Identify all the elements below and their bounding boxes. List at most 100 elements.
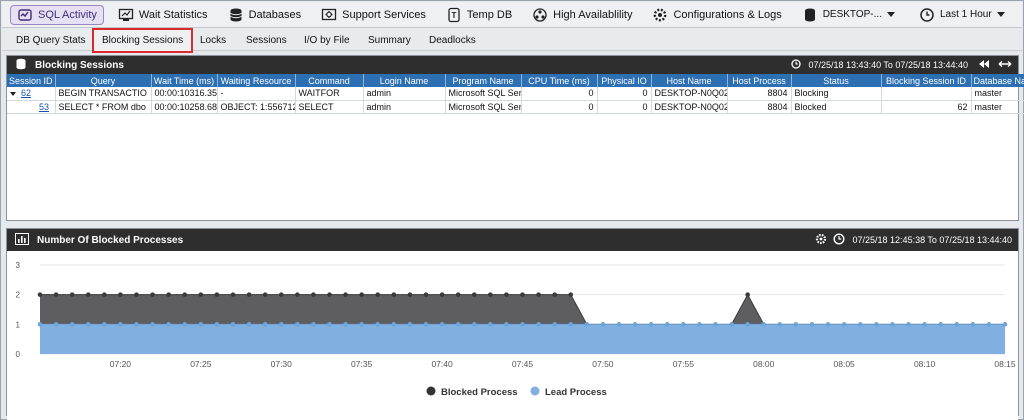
data-point-lead-process [278,322,284,327]
host-process-cell: 8804 [727,100,792,114]
tab-io-by-file[interactable]: I/O by File [304,32,350,49]
column-header[interactable]: Waiting Resource [217,74,296,87]
tab-locks[interactable]: Locks [200,32,226,49]
y-tick-label: 2 [16,291,21,300]
data-point-lead-process [970,322,976,327]
data-point-lead-process [311,322,316,327]
nav-temp-db[interactable]: T Temp DB [440,5,518,25]
query-cell: BEGIN TRANSACTIO [55,87,152,101]
data-point-blocked-process [359,292,364,297]
tab-summary[interactable]: Summary [368,32,411,49]
data-point-lead-process [841,322,847,327]
column-header[interactable]: CPU Time (ms) [521,74,598,87]
clock-icon [790,59,801,71]
nav-configurations-logs[interactable]: Configurations & Logs [646,5,787,25]
data-point-lead-process [600,322,606,327]
tab-db-query-stats[interactable]: DB Query Stats [16,32,85,49]
nav-high-availability[interactable]: High Availablility [526,5,638,25]
panel-header: Number Of Blocked Processes 07/25/18 12:… [7,229,1018,251]
data-point-lead-process [729,322,734,327]
session-id-link[interactable]: 53 [39,102,49,112]
host-cell: DESKTOP-N0Q02Q [651,100,728,114]
nav-sql-activity[interactable]: SQL Activity [10,4,104,25]
blocking-id-cell: 62 [881,100,972,114]
expand-horizontal-icon[interactable] [998,59,1012,71]
data-point-lead-process [536,322,541,327]
data-point-blocked-process [536,292,541,297]
data-point-lead-process [118,322,123,327]
settings-gear-icon[interactable] [815,233,827,247]
nav-label: Temp DB [466,8,513,21]
data-point-blocked-process [69,292,75,297]
y-tick-label: 1 [16,320,21,329]
column-header[interactable]: Status [791,74,882,87]
data-point-blocked-process [327,292,332,297]
x-tick-label: 08:05 [834,359,856,369]
column-header[interactable]: Wait Time (ms) [151,74,218,87]
column-header[interactable]: Physical IO [597,74,652,87]
nav-databases[interactable]: Databases [222,5,308,25]
column-header[interactable]: Query [55,74,152,87]
expand-triangle-icon[interactable] [10,91,16,96]
cpu-cell: 0 [521,100,598,114]
column-header[interactable]: Host Process [727,74,792,87]
status-cell: Blocked [791,100,882,114]
svg-text:T: T [451,11,456,20]
column-header[interactable]: Command [295,74,364,87]
y-tick-label: 3 [16,261,21,270]
column-header[interactable]: Blocking Session ID [881,74,972,87]
data-point-lead-process [102,322,107,327]
nav-label: Support Services [342,8,426,21]
data-point-lead-process [954,322,960,327]
tab-blocking-sessions[interactable]: Blocking Sessions [92,28,194,53]
panel-header: Blocking Sessions 07/25/18 13:43:40 To 0… [7,56,1018,74]
data-point-blocked-process [488,292,493,297]
session-id-link[interactable]: 62 [21,88,31,98]
session-id-cell[interactable]: 62 [7,87,56,101]
chevron-down-icon [996,12,1005,17]
column-header[interactable]: Database Name [971,74,1024,87]
column-header[interactable]: Session ID [7,74,56,87]
data-point-lead-process [825,322,831,327]
login-cell: admin [363,87,446,101]
sql-activity-icon [17,7,33,23]
time-range-text: 07/25/18 12:45:38 To 07/25/18 13:44:40 [852,235,1012,245]
nav-support-services[interactable]: Support Services [315,5,432,25]
wait-time-cell: 00:00:10258.688 [151,100,218,114]
data-point-lead-process [697,322,702,327]
column-header[interactable]: Login Name [363,74,446,87]
tab-sessions[interactable]: Sessions [246,32,287,49]
blocked-processes-chart: 0 1 2 3 07:20 07:25 07:30 07:35 07:40 07:45 07:50 0… [7,251,1018,420]
program-cell: Microsoft SQL Serv [445,87,522,101]
data-point-blocked-process [375,292,381,297]
wait-time-cell: 00:00:10316.353 [151,87,218,101]
table-row[interactable]: 53 SELECT * FROM dbo 00:00:10258.688 OBJ… [7,100,1024,114]
x-tick-label: 07:45 [512,359,534,369]
data-point-lead-process [37,322,43,327]
data-point-lead-process [664,322,670,327]
data-point-lead-process [407,322,413,327]
data-point-lead-process [439,322,445,327]
database-cell: master [971,87,1024,101]
x-tick-label: 08:10 [914,359,936,369]
data-point-lead-process [745,322,750,327]
database-icon [228,7,244,23]
data-point-lead-process [423,322,429,327]
data-point-lead-process [166,322,171,327]
data-point-blocked-process [118,292,123,297]
column-header[interactable]: Program Name [445,74,522,87]
tab-deadlocks[interactable]: Deadlocks [429,32,476,49]
session-id-cell[interactable]: 53 [7,100,56,114]
data-point-blocked-process [246,292,252,297]
nav-label: High Availablility [553,8,633,21]
table-row[interactable]: 62 BEGIN TRANSACTIO 00:00:10316.353 - WA… [7,87,1024,101]
rewind-icon[interactable] [978,59,990,71]
data-point-blocked-process [504,292,509,297]
data-point-lead-process [681,322,686,327]
column-header[interactable]: Host Name [651,74,728,87]
time-range-selector[interactable]: Last 1 Hour [913,5,1011,25]
data-point-lead-process [552,322,557,327]
nav-wait-statistics[interactable]: Wait Statistics [112,5,214,25]
data-point-lead-process [890,322,895,327]
server-selector[interactable]: DESKTOP-... [796,5,901,25]
